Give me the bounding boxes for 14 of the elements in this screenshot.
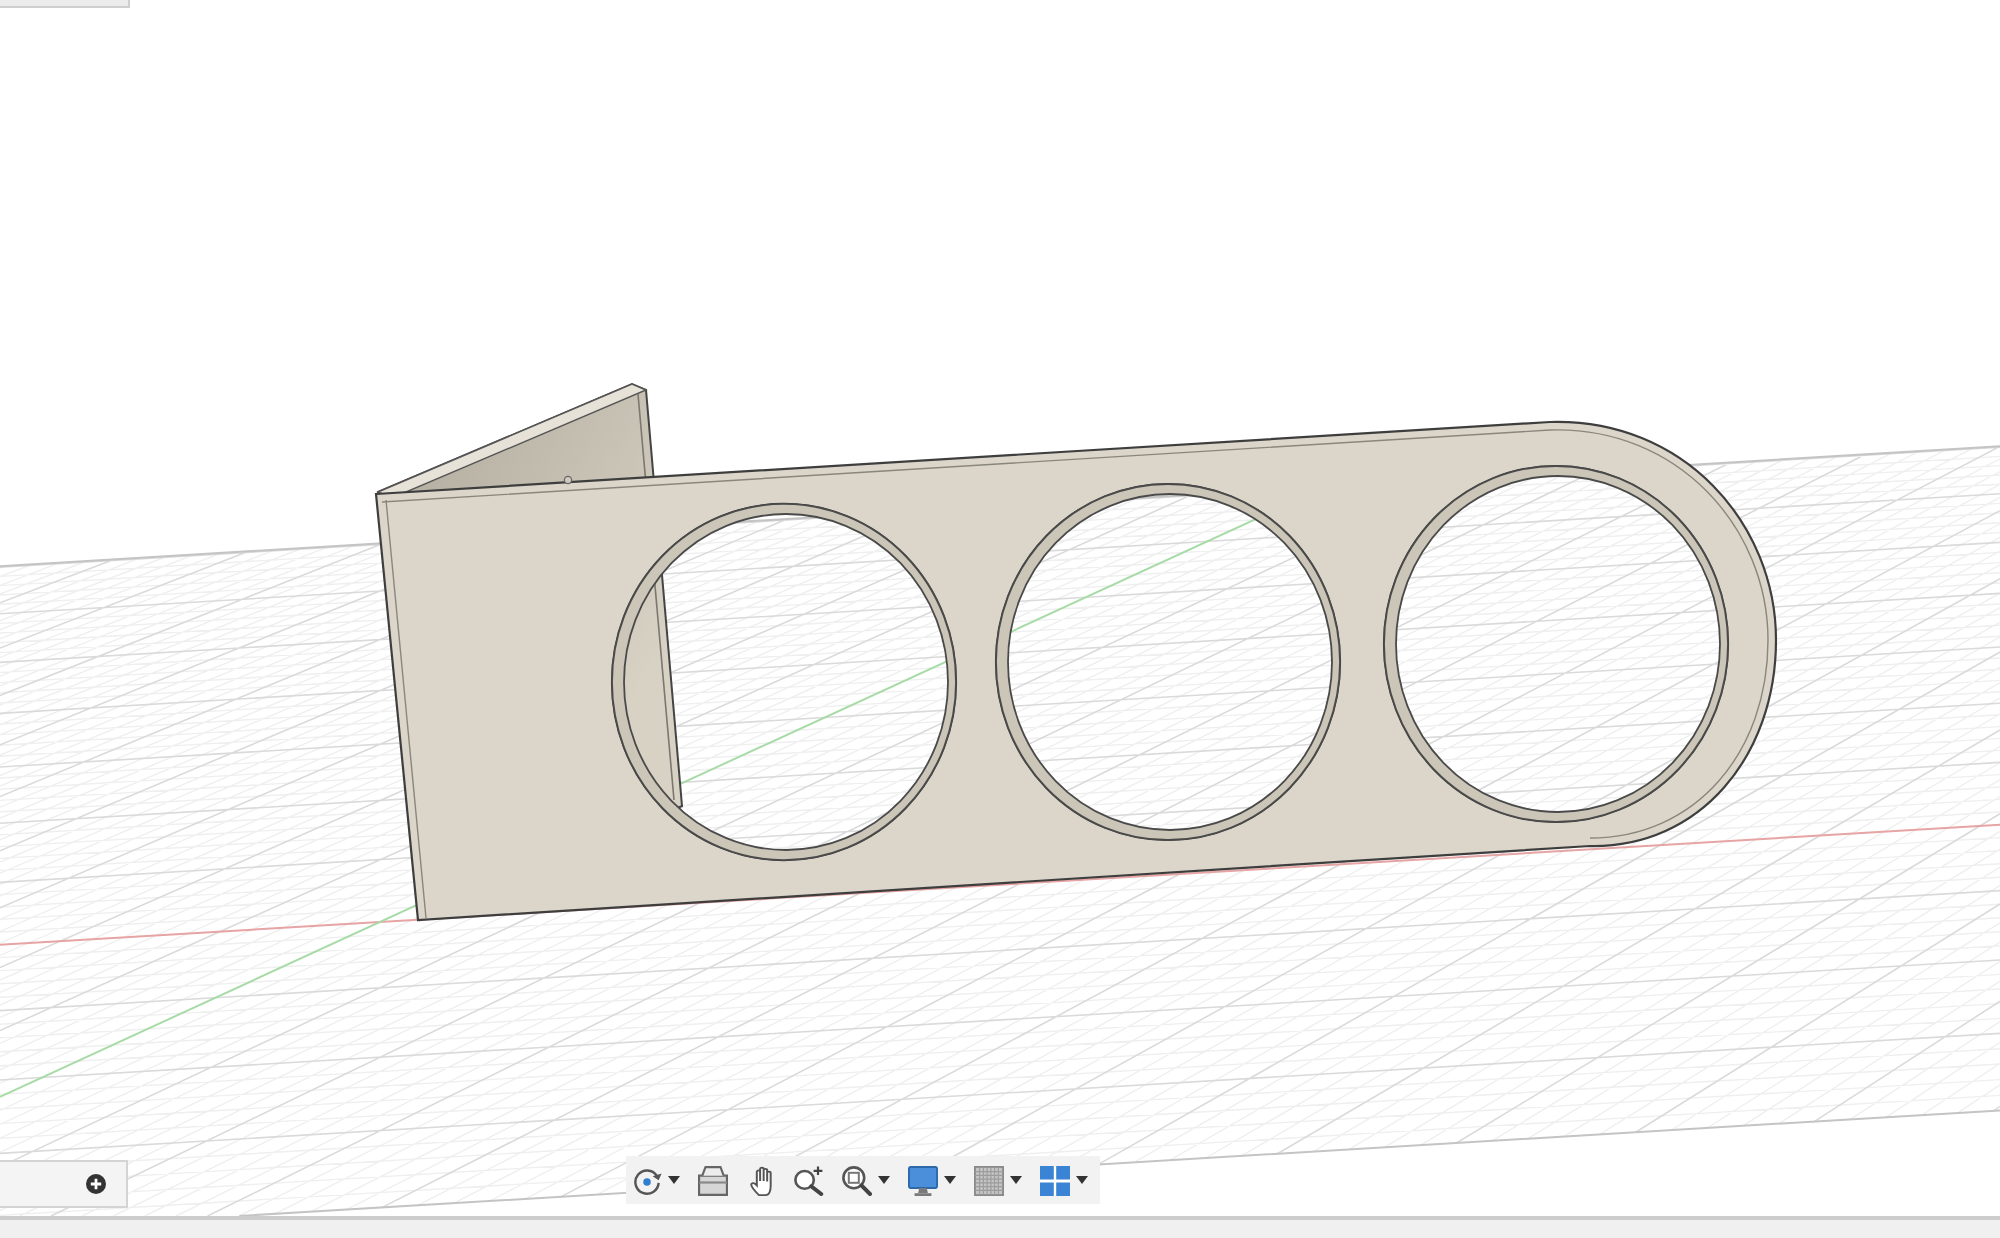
- caret-icon[interactable]: [944, 1176, 956, 1184]
- orbit-icon[interactable]: [632, 1165, 662, 1195]
- plus-circle-icon[interactable]: [86, 1174, 106, 1194]
- zoom-fit-icon[interactable]: [842, 1165, 872, 1195]
- caret-icon[interactable]: [1010, 1176, 1022, 1184]
- display-settings-button[interactable]: [902, 1160, 962, 1200]
- caret-icon[interactable]: [878, 1176, 890, 1184]
- hand-icon[interactable]: [750, 1165, 772, 1195]
- window-panes-icon[interactable]: [1040, 1165, 1070, 1195]
- caret-icon[interactable]: [1076, 1176, 1088, 1184]
- fit-button[interactable]: [836, 1160, 896, 1200]
- viewports-button[interactable]: [1034, 1160, 1094, 1200]
- monitor-icon[interactable]: [908, 1165, 938, 1195]
- caret-icon[interactable]: [668, 1176, 680, 1184]
